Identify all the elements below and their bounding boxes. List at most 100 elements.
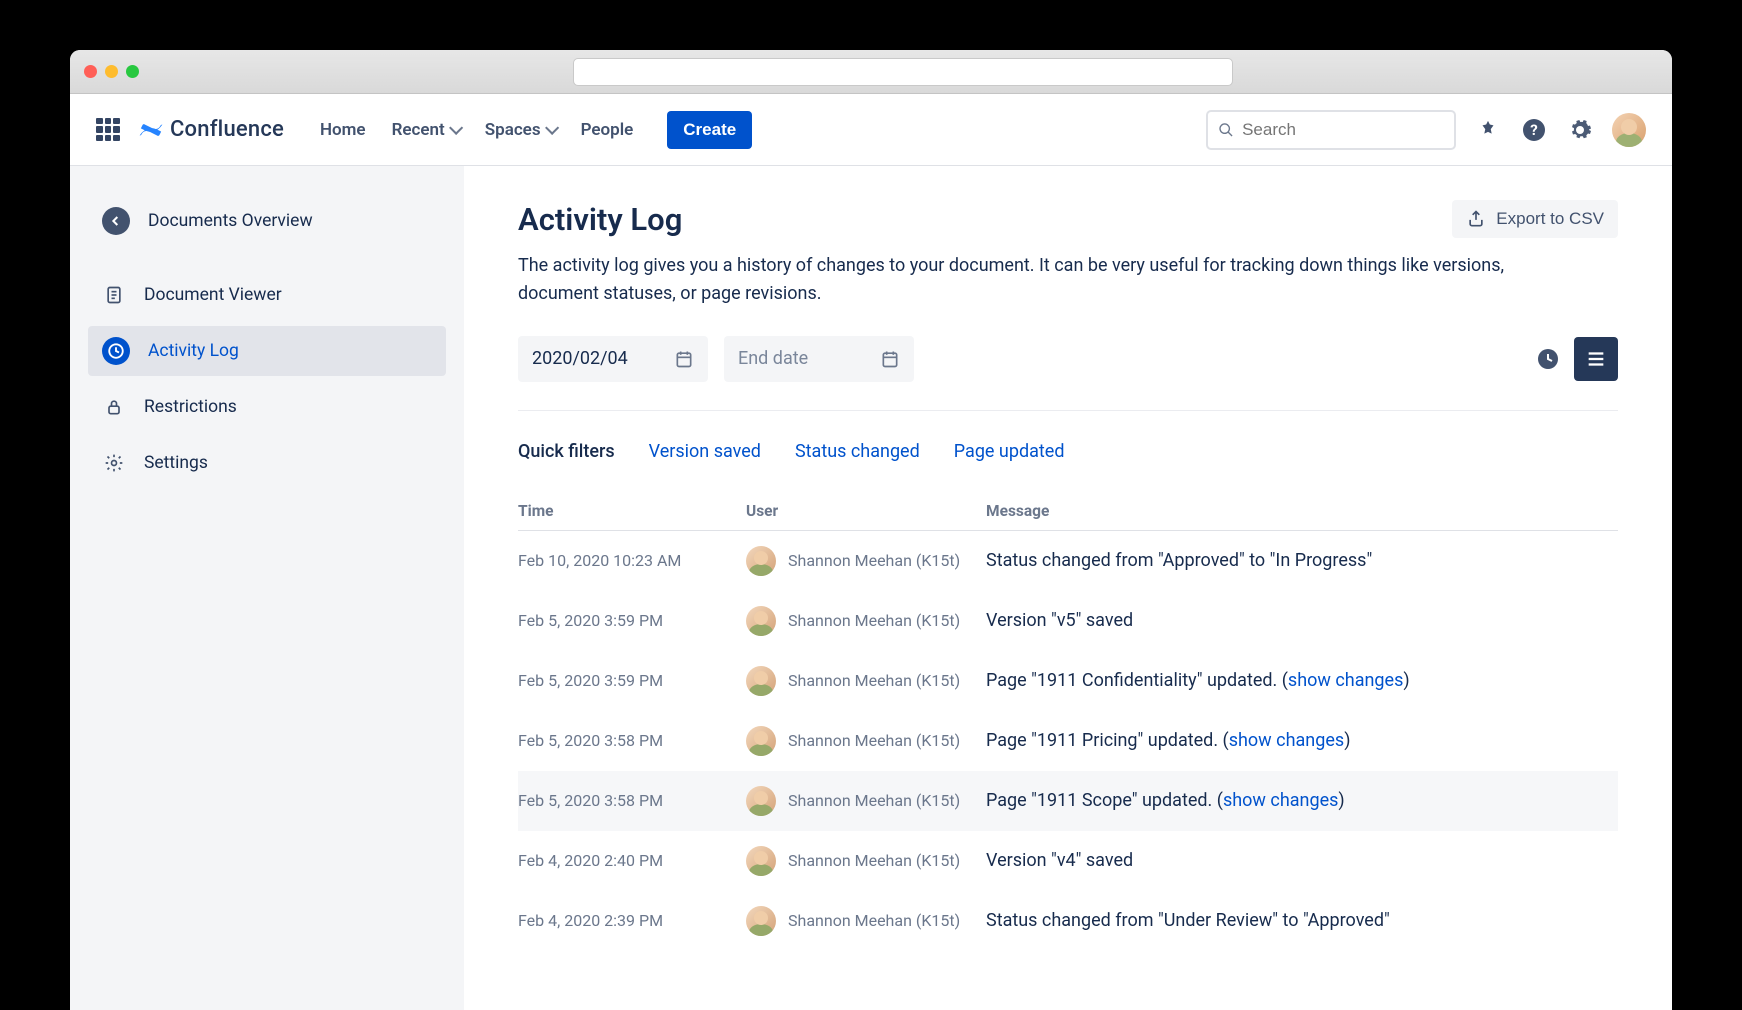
- filter-version-saved[interactable]: Version saved: [649, 441, 761, 462]
- profile-avatar[interactable]: [1612, 113, 1646, 147]
- cell-message: Page "1911 Confidentiality" updated. (sh…: [986, 670, 1618, 691]
- user-name: Shannon Meehan (K15t): [788, 671, 960, 690]
- sidebar-item-label: Document Viewer: [144, 285, 282, 305]
- table-row: Feb 5, 2020 3:59 PM Shannon Meehan (K15t)…: [518, 651, 1618, 711]
- start-date-value: 2020/02/04: [532, 348, 628, 369]
- confluence-logo[interactable]: Confluence: [138, 117, 284, 143]
- main-content: Activity Log Export to CSV The activity …: [464, 166, 1672, 1010]
- filter-status-changed[interactable]: Status changed: [795, 441, 920, 462]
- cell-time: Feb 5, 2020 3:58 PM: [518, 791, 746, 810]
- cell-message: Page "1911 Pricing" updated. (show chang…: [986, 730, 1618, 751]
- show-changes-link[interactable]: show changes: [1223, 790, 1338, 811]
- header-time: Time: [518, 502, 746, 520]
- search-box[interactable]: [1206, 110, 1456, 150]
- export-label: Export to CSV: [1496, 209, 1604, 229]
- user-name: Shannon Meehan (K15t): [788, 911, 960, 930]
- user-name: Shannon Meehan (K15t): [788, 791, 960, 810]
- clock-icon: [102, 337, 130, 365]
- search-icon: [1218, 121, 1234, 139]
- cell-user: Shannon Meehan (K15t): [746, 546, 986, 576]
- sidebar-item-restrictions[interactable]: Restrictions: [88, 382, 446, 432]
- end-date-input[interactable]: End date: [724, 336, 914, 382]
- document-icon: [102, 283, 126, 307]
- svg-text:?: ?: [1530, 121, 1537, 139]
- show-changes-link[interactable]: show changes: [1229, 730, 1344, 751]
- cell-message: Version "v4" saved: [986, 850, 1618, 871]
- cell-user: Shannon Meehan (K15t): [746, 666, 986, 696]
- close-window-icon[interactable]: [84, 65, 97, 78]
- cell-time: Feb 4, 2020 2:39 PM: [518, 911, 746, 930]
- cell-message: Status changed from "Approved" to "In Pr…: [986, 550, 1618, 571]
- user-name: Shannon Meehan (K15t): [788, 731, 960, 750]
- header-user: User: [746, 502, 986, 520]
- brand-name: Confluence: [170, 117, 284, 142]
- clock-icon: [1536, 347, 1560, 371]
- sidebar-item-activity-log[interactable]: Activity Log: [88, 326, 446, 376]
- cell-time: Feb 10, 2020 10:23 AM: [518, 551, 746, 570]
- sidebar: Documents Overview Document Viewer Activ…: [70, 166, 464, 1010]
- create-button[interactable]: Create: [667, 111, 752, 149]
- back-arrow-icon: [102, 207, 130, 235]
- timeline-view-toggle[interactable]: [1526, 337, 1570, 381]
- cell-user: Shannon Meehan (K15t): [746, 906, 986, 936]
- confluence-icon: [138, 117, 164, 143]
- notifications-icon[interactable]: [1474, 116, 1502, 144]
- user-avatar-icon: [746, 906, 776, 936]
- nav-links: Home Recent Spaces People: [320, 120, 633, 140]
- sidebar-item-label: Settings: [144, 453, 208, 473]
- search-input[interactable]: [1242, 120, 1444, 140]
- filters-label: Quick filters: [518, 441, 615, 462]
- sidebar-back-label: Documents Overview: [148, 211, 313, 231]
- filter-page-updated[interactable]: Page updated: [954, 441, 1065, 462]
- export-icon: [1466, 209, 1486, 229]
- page-title: Activity Log: [518, 201, 682, 238]
- cell-message: Status changed from "Under Review" to "A…: [986, 910, 1618, 931]
- user-name: Shannon Meehan (K15t): [788, 551, 960, 570]
- cell-time: Feb 5, 2020 3:59 PM: [518, 671, 746, 690]
- table-row: Feb 4, 2020 2:40 PM Shannon Meehan (K15t)…: [518, 831, 1618, 891]
- nav-home[interactable]: Home: [320, 120, 366, 140]
- nav-spaces[interactable]: Spaces: [485, 120, 555, 140]
- user-name: Shannon Meehan (K15t): [788, 611, 960, 630]
- page-description: The activity log gives you a history of …: [518, 252, 1578, 308]
- user-avatar-icon: [746, 846, 776, 876]
- sidebar-item-label: Activity Log: [148, 341, 239, 361]
- sidebar-item-document-viewer[interactable]: Document Viewer: [88, 270, 446, 320]
- help-icon[interactable]: ?: [1520, 116, 1548, 144]
- start-date-input[interactable]: 2020/02/04: [518, 336, 708, 382]
- minimize-window-icon[interactable]: [105, 65, 118, 78]
- maximize-window-icon[interactable]: [126, 65, 139, 78]
- cell-user: Shannon Meehan (K15t): [746, 846, 986, 876]
- user-avatar-icon: [746, 606, 776, 636]
- table-row: Feb 5, 2020 3:58 PM Shannon Meehan (K15t)…: [518, 771, 1618, 831]
- sidebar-item-label: Restrictions: [144, 397, 237, 417]
- cell-user: Shannon Meehan (K15t): [746, 606, 986, 636]
- window-controls: [84, 65, 139, 78]
- table-row: Feb 4, 2020 2:39 PM Shannon Meehan (K15t)…: [518, 891, 1618, 951]
- show-changes-link[interactable]: show changes: [1288, 670, 1403, 691]
- settings-icon[interactable]: [1566, 116, 1594, 144]
- user-name: Shannon Meehan (K15t): [788, 851, 960, 870]
- sidebar-item-settings[interactable]: Settings: [88, 438, 446, 488]
- nav-recent[interactable]: Recent: [392, 120, 459, 140]
- user-avatar-icon: [746, 546, 776, 576]
- table-row: Feb 10, 2020 10:23 AM Shannon Meehan (K15…: [518, 531, 1618, 591]
- url-bar[interactable]: [573, 58, 1233, 86]
- table-row: Feb 5, 2020 3:59 PMShannon Meehan (K15t)…: [518, 591, 1618, 651]
- sidebar-back[interactable]: Documents Overview: [88, 196, 446, 246]
- calendar-icon: [880, 349, 900, 369]
- cell-message: Version "v5" saved: [986, 610, 1618, 631]
- header-message: Message: [986, 502, 1618, 520]
- export-csv-button[interactable]: Export to CSV: [1452, 200, 1618, 238]
- gear-icon: [102, 451, 126, 475]
- list-icon: [1585, 348, 1607, 370]
- user-avatar-icon: [746, 726, 776, 756]
- list-view-toggle[interactable]: [1574, 337, 1618, 381]
- chevron-down-icon: [449, 125, 459, 135]
- app-switcher-icon[interactable]: [96, 118, 120, 142]
- titlebar: [70, 50, 1672, 94]
- cell-time: Feb 4, 2020 2:40 PM: [518, 851, 746, 870]
- top-navigation: Confluence Home Recent Spaces People Cre…: [70, 94, 1672, 166]
- nav-people[interactable]: People: [581, 120, 634, 140]
- chevron-down-icon: [545, 125, 555, 135]
